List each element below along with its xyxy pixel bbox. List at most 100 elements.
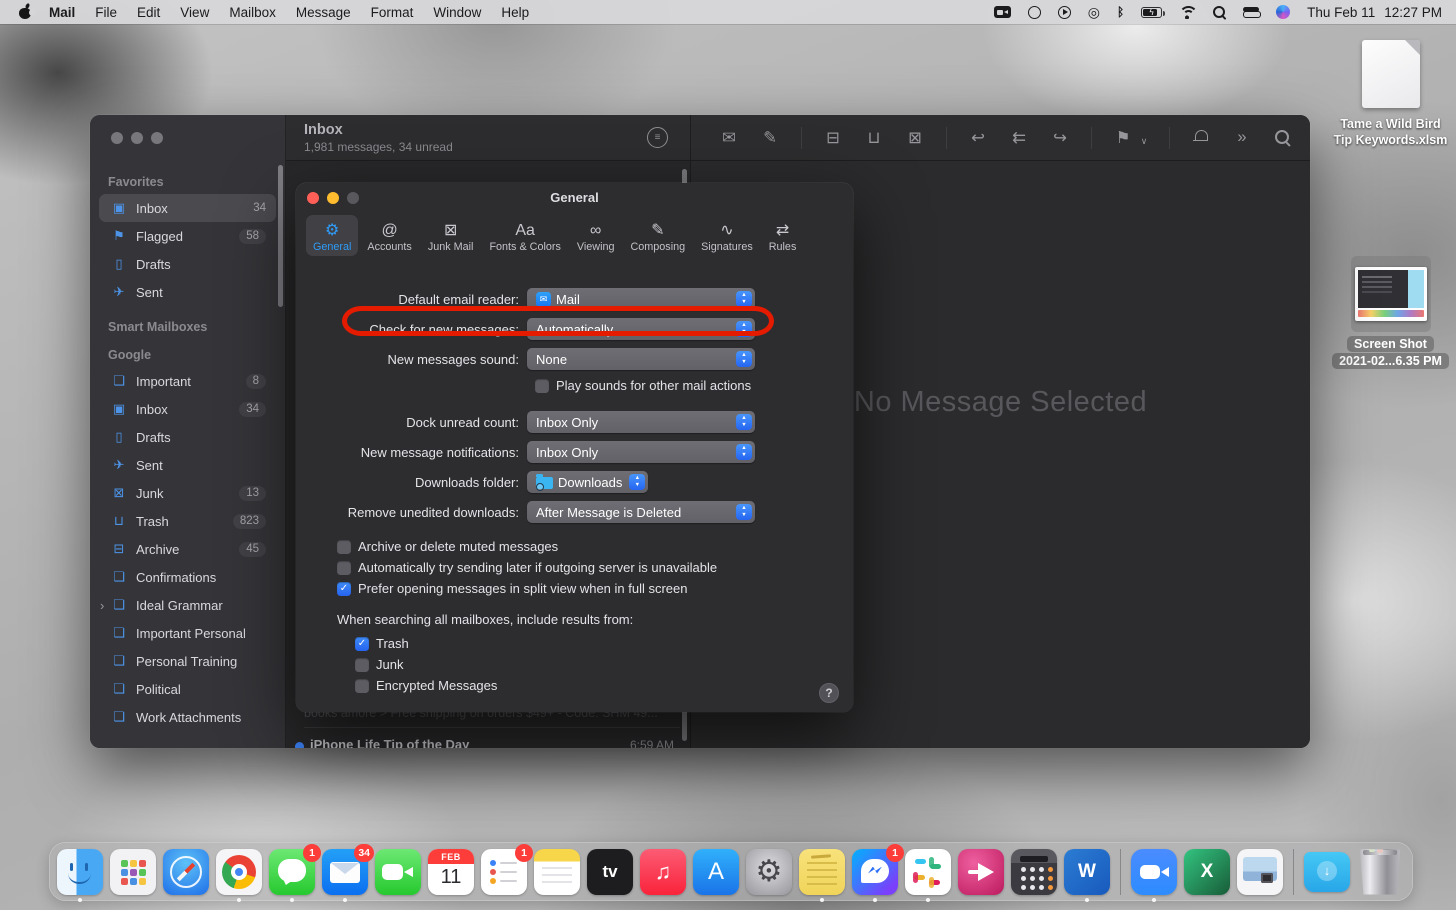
minimize-button[interactable] <box>327 192 339 204</box>
sidebar-scrollbar[interactable] <box>278 165 283 307</box>
tab-general[interactable]: ⚙General <box>306 215 358 256</box>
zoom-video-icon[interactable] <box>994 6 1011 18</box>
menu-item-view[interactable]: View <box>170 5 219 20</box>
menu-clock[interactable]: Thu Feb 11 12:27 PM <box>1307 5 1442 20</box>
checkbox-encrypted-messages[interactable] <box>355 679 369 693</box>
spotlight-icon[interactable] <box>1212 5 1226 19</box>
dock-item-launchpad[interactable] <box>110 849 156 895</box>
tab-accounts[interactable]: @Accounts <box>360 215 418 256</box>
dock-item-calculator[interactable] <box>1011 849 1057 895</box>
dock-item-chrome[interactable] <box>216 849 262 895</box>
close-button[interactable] <box>307 192 319 204</box>
menu-item-format[interactable]: Format <box>361 5 424 20</box>
dock-item-slack[interactable] <box>905 849 951 895</box>
dock-item-trash-bin[interactable] <box>1357 849 1403 895</box>
filter-icon[interactable]: ≡ <box>647 127 668 148</box>
reply-all-icon[interactable]: ⇇ <box>1009 128 1029 148</box>
search-icon[interactable] <box>1273 128 1293 148</box>
play-icon[interactable] <box>1058 6 1071 19</box>
dock-item-appletv[interactable]: tv <box>587 849 633 895</box>
dock-item-word[interactable]: W <box>1064 849 1110 895</box>
battery-charging-icon[interactable]: ϟ <box>1141 7 1162 18</box>
sidebar-item-ideal-grammar[interactable]: ›❏Ideal Grammar <box>99 591 276 619</box>
dock-item-excel[interactable]: X <box>1184 849 1230 895</box>
sidebar-item-sent[interactable]: ✈Sent <box>99 451 276 479</box>
tab-fonts-colors[interactable]: AaFonts & Colors <box>482 215 567 256</box>
dock-item-stickies[interactable] <box>799 849 845 895</box>
dock-item-notes[interactable] <box>534 849 580 895</box>
checkbox-automatically-try-sending-later-if-outgoing-server-is-unavailable[interactable] <box>337 561 351 575</box>
menu-item-file[interactable]: File <box>85 5 127 20</box>
sidebar-item-sent[interactable]: ✈Sent <box>99 278 276 306</box>
get-mail-icon[interactable]: ✉ <box>719 128 739 148</box>
sidebar-item-personal-training[interactable]: ❏Personal Training <box>99 647 276 675</box>
reply-icon[interactable]: ↩ <box>968 128 988 148</box>
wifi-icon[interactable] <box>1179 6 1195 19</box>
tab-signatures[interactable]: ∿Signatures <box>694 215 760 256</box>
sidebar-item-inbox[interactable]: ▣Inbox34 <box>99 194 276 222</box>
trash-icon[interactable]: ⊔ <box>864 128 884 148</box>
flag-chevron-icon[interactable]: ∨ <box>1140 129 1148 147</box>
sidebar-item-drafts[interactable]: ▯Drafts <box>99 423 276 451</box>
menu-item-window[interactable]: Window <box>423 5 491 20</box>
dock-item-mail[interactable]: 34 <box>322 849 368 895</box>
checkbox-prefer-opening-messages-in-split-view-when-in-full-screen[interactable]: ✓ <box>337 582 351 596</box>
archive-icon[interactable]: ⊟ <box>823 128 843 148</box>
sidebar-item-confirmations[interactable]: ❏Confirmations <box>99 563 276 591</box>
sidebar-item-trash[interactable]: ⊔Trash823 <box>99 507 276 535</box>
dock-item-facetime[interactable] <box>375 849 421 895</box>
flag-icon[interactable]: ⚑ <box>1113 128 1133 148</box>
sidebar-item-inbox[interactable]: ▣Inbox34 <box>99 395 276 423</box>
sidebar-item-work-attachments[interactable]: ❏Work Attachments <box>99 703 276 731</box>
mute-icon[interactable] <box>1191 128 1211 148</box>
dock-item-preview[interactable] <box>1237 849 1283 895</box>
popup-check-for-new-messages-[interactable]: Automatically <box>527 318 755 340</box>
profile-icon[interactable] <box>1276 5 1290 19</box>
popup-dock-unread-count-[interactable]: Inbox Only <box>527 411 755 433</box>
dock-item-messages[interactable]: 1 <box>269 849 315 895</box>
sidebar-item-drafts[interactable]: ▯Drafts <box>99 250 276 278</box>
close-button[interactable] <box>111 132 123 144</box>
dock-item-messenger[interactable]: 1 <box>852 849 898 895</box>
menu-item-edit[interactable]: Edit <box>127 5 170 20</box>
hotspot-icon[interactable]: ◎ <box>1088 4 1100 21</box>
popup-downloads-folder-[interactable]: Downloads <box>527 471 648 493</box>
tab-rules[interactable]: ⇄Rules <box>762 215 804 256</box>
junk-icon[interactable]: ⊠ <box>905 128 925 148</box>
menu-item-message[interactable]: Message <box>286 5 361 20</box>
minimize-button[interactable] <box>131 132 143 144</box>
more-icon[interactable]: » <box>1232 128 1252 147</box>
help-button[interactable]: ? <box>819 683 839 703</box>
compose-icon[interactable]: ✎ <box>760 128 780 148</box>
message-row[interactable]: iPhone Life Tip of the Day 6:59 AM <box>286 735 690 748</box>
sidebar-item-junk[interactable]: ⊠Junk13 <box>99 479 276 507</box>
dock-item-safari[interactable] <box>163 849 209 895</box>
checkbox-archive-or-delete-muted-messages[interactable] <box>337 540 351 554</box>
control-center-icon[interactable] <box>1243 7 1259 18</box>
sidebar-item-flagged[interactable]: ⚑Flagged58 <box>99 222 276 250</box>
dock-item-reminders[interactable]: 1 <box>481 849 527 895</box>
dock-item-downloads[interactable] <box>1304 849 1350 895</box>
dock-item-calendar[interactable]: FEB11 <box>428 849 474 895</box>
dock-item-skitch[interactable] <box>958 849 1004 895</box>
menu-app-name[interactable]: Mail <box>39 5 85 20</box>
menu-item-help[interactable]: Help <box>491 5 539 20</box>
sidebar-item-important[interactable]: ❏Important8 <box>99 367 276 395</box>
checkbox-trash[interactable]: ✓ <box>355 637 369 651</box>
sidebar-item-political[interactable]: ❏Political <box>99 675 276 703</box>
forward-icon[interactable]: ↪ <box>1050 128 1070 148</box>
checkbox-play-sounds-for-other-mail-actions[interactable] <box>535 379 549 393</box>
tab-composing[interactable]: ✎Composing <box>623 215 692 256</box>
apple-menu-icon[interactable] <box>19 4 33 20</box>
popup-new-message-notifications-[interactable]: Inbox Only <box>527 441 755 463</box>
dock-item-syspref[interactable]: ⚙ <box>746 849 792 895</box>
tab-junk-mail[interactable]: ⊠Junk Mail <box>421 215 481 256</box>
sidebar-item-archive[interactable]: ⊟Archive45 <box>99 535 276 563</box>
desktop-file-xlsm[interactable]: Tame a Wild Bird Tip Keywords.xlsm <box>1318 40 1456 148</box>
sidebar-item-important-personal[interactable]: ❏Important Personal <box>99 619 276 647</box>
desktop-file-screenshot[interactable]: Screen Shot 2021-02...6.35 PM <box>1318 256 1456 370</box>
dock-item-finder[interactable] <box>57 849 103 895</box>
menu-item-mailbox[interactable]: Mailbox <box>219 5 286 20</box>
popup-default-email-reader-[interactable]: ✉Mail <box>527 288 755 310</box>
dock-item-music[interactable]: ♫ <box>640 849 686 895</box>
